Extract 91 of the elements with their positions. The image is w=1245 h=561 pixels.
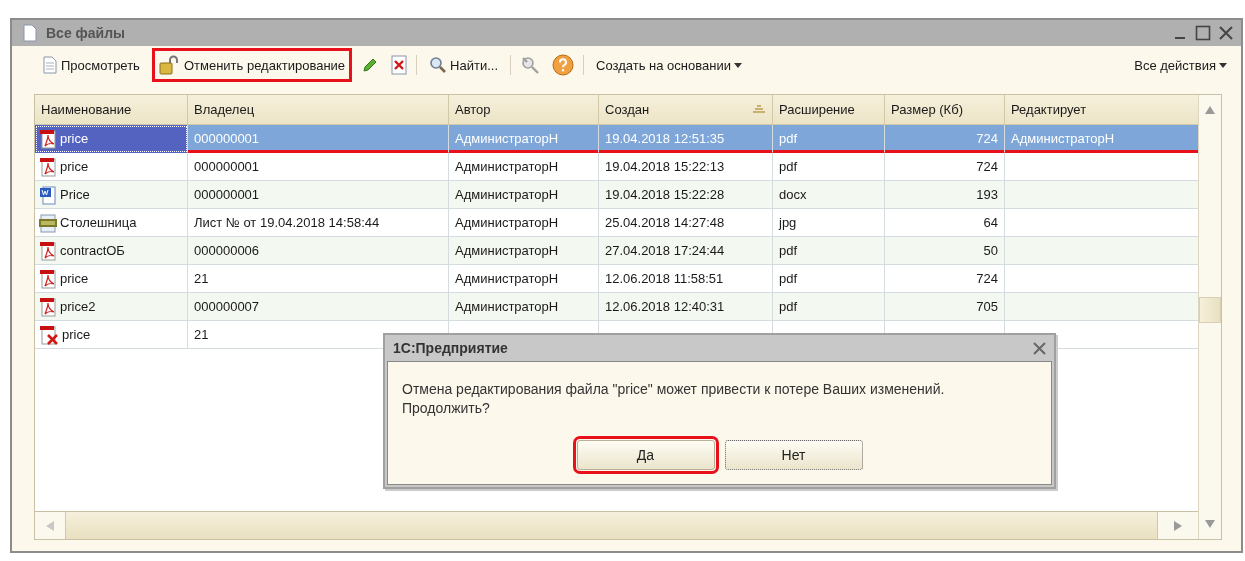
file-name: price2 <box>60 299 96 314</box>
help-icon[interactable] <box>552 54 575 76</box>
close-icon[interactable] <box>1033 341 1046 355</box>
table-cell: 12.06.2018 12:40:31 <box>605 299 725 314</box>
scroll-up-icon[interactable] <box>1205 106 1215 114</box>
view-button[interactable]: Просмотреть <box>36 51 146 79</box>
file-name: Столешница <box>60 215 137 230</box>
padlock-icon <box>158 55 181 75</box>
column-header[interactable]: Наименование <box>35 95 188 125</box>
scroll-left-icon[interactable] <box>46 520 54 531</box>
pdf-file-icon <box>39 156 57 177</box>
dialog-button[interactable]: Нет <box>724 440 863 470</box>
column-header[interactable]: Редактирует <box>1005 95 1198 125</box>
table-cell: docx <box>779 187 807 202</box>
scroll-right-icon[interactable] <box>1174 520 1182 531</box>
table-cell: АдминистраторН <box>455 271 559 286</box>
column-header[interactable]: Расширение <box>773 95 885 125</box>
close-icon[interactable] <box>1219 26 1233 40</box>
search-cancel-icon[interactable] <box>520 55 541 75</box>
image-file-icon <box>39 212 57 233</box>
table-cell: pdf <box>779 243 798 258</box>
table-cell: 50 <box>983 243 998 258</box>
file-name: price <box>62 327 91 342</box>
column-header[interactable]: Создан <box>599 95 773 125</box>
table-cell: 21 <box>194 327 209 342</box>
search-icon <box>429 56 448 74</box>
column-header[interactable]: Владелец <box>188 95 449 125</box>
column-header[interactable]: Размер (Кб) <box>885 95 1005 125</box>
table-cell: jpg <box>779 215 797 230</box>
table-cell: АдминистраторН <box>455 159 559 174</box>
menu-button[interactable]: Все действия <box>1128 52 1233 78</box>
caret-icon <box>1219 62 1227 68</box>
table-cell: 64 <box>983 215 998 230</box>
dialog-message: Отмена редактирования файла "price" может привести к потере Ваших изменений. Продолжить? <box>402 380 946 418</box>
table-cell: АдминистраторН <box>1011 131 1115 146</box>
table-cell: 19.04.2018 12:51:35 <box>605 131 725 146</box>
file-name: price <box>60 131 89 146</box>
table-cell: pdf <box>779 299 798 314</box>
table-row[interactable]: price 000000001 АдминистраторН 19.04.2018 12:51:35 pdf 724 АдминистраторН <box>35 125 1198 153</box>
pdf-file-icon <box>39 128 57 149</box>
file-name: Price <box>60 187 90 202</box>
vertical-scrollbar[interactable] <box>1198 95 1221 539</box>
table-cell: 19.04.2018 15:22:13 <box>605 159 725 174</box>
document-icon <box>42 56 58 74</box>
file-name: price <box>60 271 89 286</box>
table-cell: 21 <box>194 271 209 286</box>
scroll-down-icon[interactable] <box>1205 520 1215 528</box>
table-cell: pdf <box>779 271 798 286</box>
scrollbar-thumb[interactable] <box>1199 297 1221 323</box>
document-file-icon <box>39 184 57 205</box>
table-cell: 25.04.2018 14:27:48 <box>605 215 725 230</box>
table-row[interactable]: price2 000000007 АдминистраторН 12.06.2018 12:40:31 pdf 705 <box>35 293 1198 321</box>
cancel-edit-button[interactable]: Отменить редактирование <box>151 48 353 82</box>
table-cell: 000000001 <box>194 159 260 174</box>
sort-icon <box>752 105 766 114</box>
table-cell: 000000007 <box>194 299 260 314</box>
table-cell: АдминистраторН <box>455 187 559 202</box>
table-row[interactable]: contractОБ 000000006 АдминистраторН 27.04.2018 17:24:44 pdf 50 <box>35 237 1198 265</box>
table-row[interactable]: Price 000000001 АдминистраторН 19.04.2018 15:22:28 docx 193 <box>35 181 1198 209</box>
table-cell: 724 <box>976 271 998 286</box>
table-cell: pdf <box>779 131 798 146</box>
file-name: contractОБ <box>60 243 125 258</box>
deleted-file-icon <box>39 324 59 345</box>
file-name: price <box>60 159 89 174</box>
table-cell: АдминистраторН <box>455 243 559 258</box>
menu-button[interactable]: Создать на основании <box>590 52 748 78</box>
table-cell: 19.04.2018 15:22:28 <box>605 187 725 202</box>
table-cell: АдминистраторН <box>455 299 559 314</box>
table-cell: 724 <box>976 131 998 146</box>
table-cell: 12.06.2018 11:58:51 <box>605 271 724 286</box>
table-cell: АдминистраторН <box>455 131 559 146</box>
table-cell: Лист № от 19.04.2018 14:58:44 <box>194 215 380 230</box>
table-cell: АдминистраторН <box>455 215 559 230</box>
table-cell: pdf <box>779 159 798 174</box>
table-cell: 000000001 <box>194 131 260 146</box>
window-title: Все файлы <box>46 25 126 41</box>
maximize-icon[interactable] <box>1195 25 1211 41</box>
table-cell: 193 <box>976 187 998 202</box>
column-header[interactable]: Автор <box>449 95 599 125</box>
pdf-file-icon <box>39 240 57 261</box>
table-cell: 27.04.2018 17:24:44 <box>605 243 725 258</box>
find-button[interactable]: Найти... <box>423 51 505 79</box>
caret-icon <box>733 62 742 68</box>
table-cell: 705 <box>976 299 998 314</box>
table-cell: 000000006 <box>194 243 260 258</box>
pdf-file-icon <box>39 268 57 289</box>
table-cell: 724 <box>976 159 998 174</box>
pdf-file-icon <box>39 296 57 317</box>
document-icon <box>22 24 38 42</box>
table-cell: 000000001 <box>194 187 260 202</box>
delete-icon[interactable] <box>391 55 408 75</box>
